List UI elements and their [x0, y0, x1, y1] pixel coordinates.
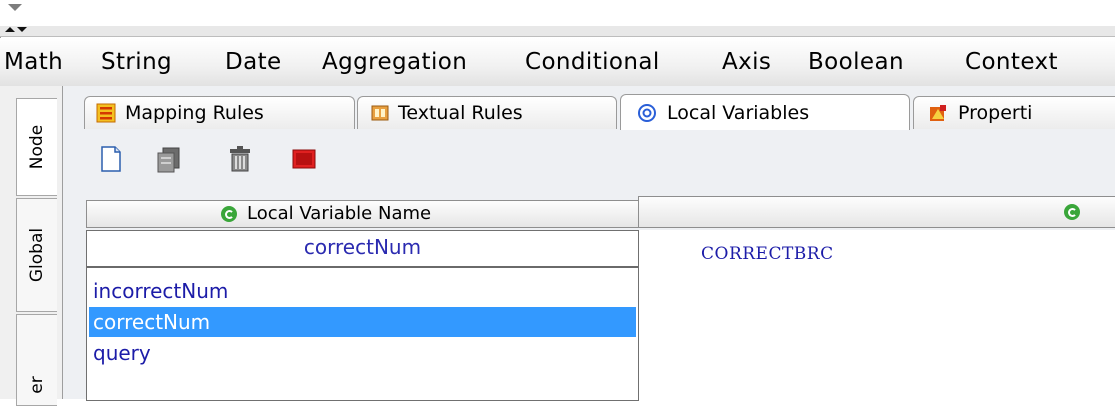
- split-pane-divider[interactable]: [0, 26, 1115, 37]
- tab-properties-label: Properti: [958, 102, 1033, 124]
- menu-boolean[interactable]: Boolean: [808, 38, 904, 86]
- new-document-icon[interactable]: [96, 144, 126, 174]
- vtab-other[interactable]: er: [16, 314, 57, 406]
- tab-textual-rules-label: Textual Rules: [398, 102, 523, 124]
- vertical-tab-strip: Node Global er: [0, 86, 63, 406]
- tab-textual-rules[interactable]: Textual Rules: [357, 96, 617, 129]
- menu-date[interactable]: Date: [225, 38, 282, 86]
- tab-local-variables-label: Local Variables: [667, 102, 810, 124]
- mapping-rules-icon: [96, 103, 116, 123]
- variables-toolbar: [63, 136, 1115, 182]
- menu-axis[interactable]: Axis: [722, 38, 771, 86]
- column-header-name-label: Local Variable Name: [247, 203, 432, 224]
- variable-value-text: CORRECTBRC: [701, 244, 834, 264]
- menu-string[interactable]: String: [101, 38, 172, 86]
- tab-bar: Mapping Rules Textual Rules Local Variab…: [63, 86, 1115, 132]
- column-header-name[interactable]: Local Variable Name: [86, 200, 639, 228]
- dropdown-arrow-icon[interactable]: [8, 4, 22, 11]
- vtab-other-label: er: [27, 376, 47, 394]
- list-item-selected[interactable]: correctNum: [89, 307, 636, 337]
- variable-list-panel: correctNum incorrectNum correctNum query: [86, 230, 639, 401]
- column-type-icon: [221, 206, 237, 222]
- vtab-global-label: Global: [27, 227, 47, 283]
- list-item[interactable]: query: [89, 338, 636, 368]
- variable-value-panel[interactable]: CORRECTBRC: [638, 230, 1115, 399]
- function-menubar: Math String Date Aggregation Conditional…: [0, 38, 1115, 87]
- trash-icon[interactable]: [225, 144, 255, 174]
- column-header-value[interactable]: [638, 196, 1115, 228]
- menu-math[interactable]: Math: [4, 38, 63, 86]
- stop-icon[interactable]: [289, 144, 319, 174]
- column-type-icon: [1064, 204, 1080, 220]
- at-sign-icon: [638, 104, 656, 122]
- expand-down-icon[interactable]: [17, 27, 27, 32]
- tab-local-variables[interactable]: Local Variables: [620, 94, 910, 130]
- menu-aggregation[interactable]: Aggregation: [322, 38, 467, 86]
- vtab-global[interactable]: Global: [16, 198, 57, 312]
- vtab-node-label: Node: [27, 124, 47, 170]
- tab-mapping-rules-label: Mapping Rules: [125, 102, 264, 124]
- list-item[interactable]: incorrectNum: [89, 276, 636, 306]
- menu-context[interactable]: Context: [965, 38, 1058, 86]
- collapse-up-icon[interactable]: [5, 27, 15, 32]
- variable-name-field[interactable]: correctNum: [87, 231, 638, 268]
- vtab-node[interactable]: Node: [16, 98, 57, 196]
- tab-mapping-rules[interactable]: Mapping Rules: [84, 96, 355, 129]
- tab-properties[interactable]: Properti: [913, 96, 1115, 129]
- textual-rules-icon: [371, 105, 389, 121]
- menu-conditional[interactable]: Conditional: [525, 38, 660, 86]
- main-pane: Mapping Rules Textual Rules Local Variab…: [63, 86, 1115, 401]
- copy-icon[interactable]: [155, 144, 185, 174]
- properties-icon: [930, 105, 946, 121]
